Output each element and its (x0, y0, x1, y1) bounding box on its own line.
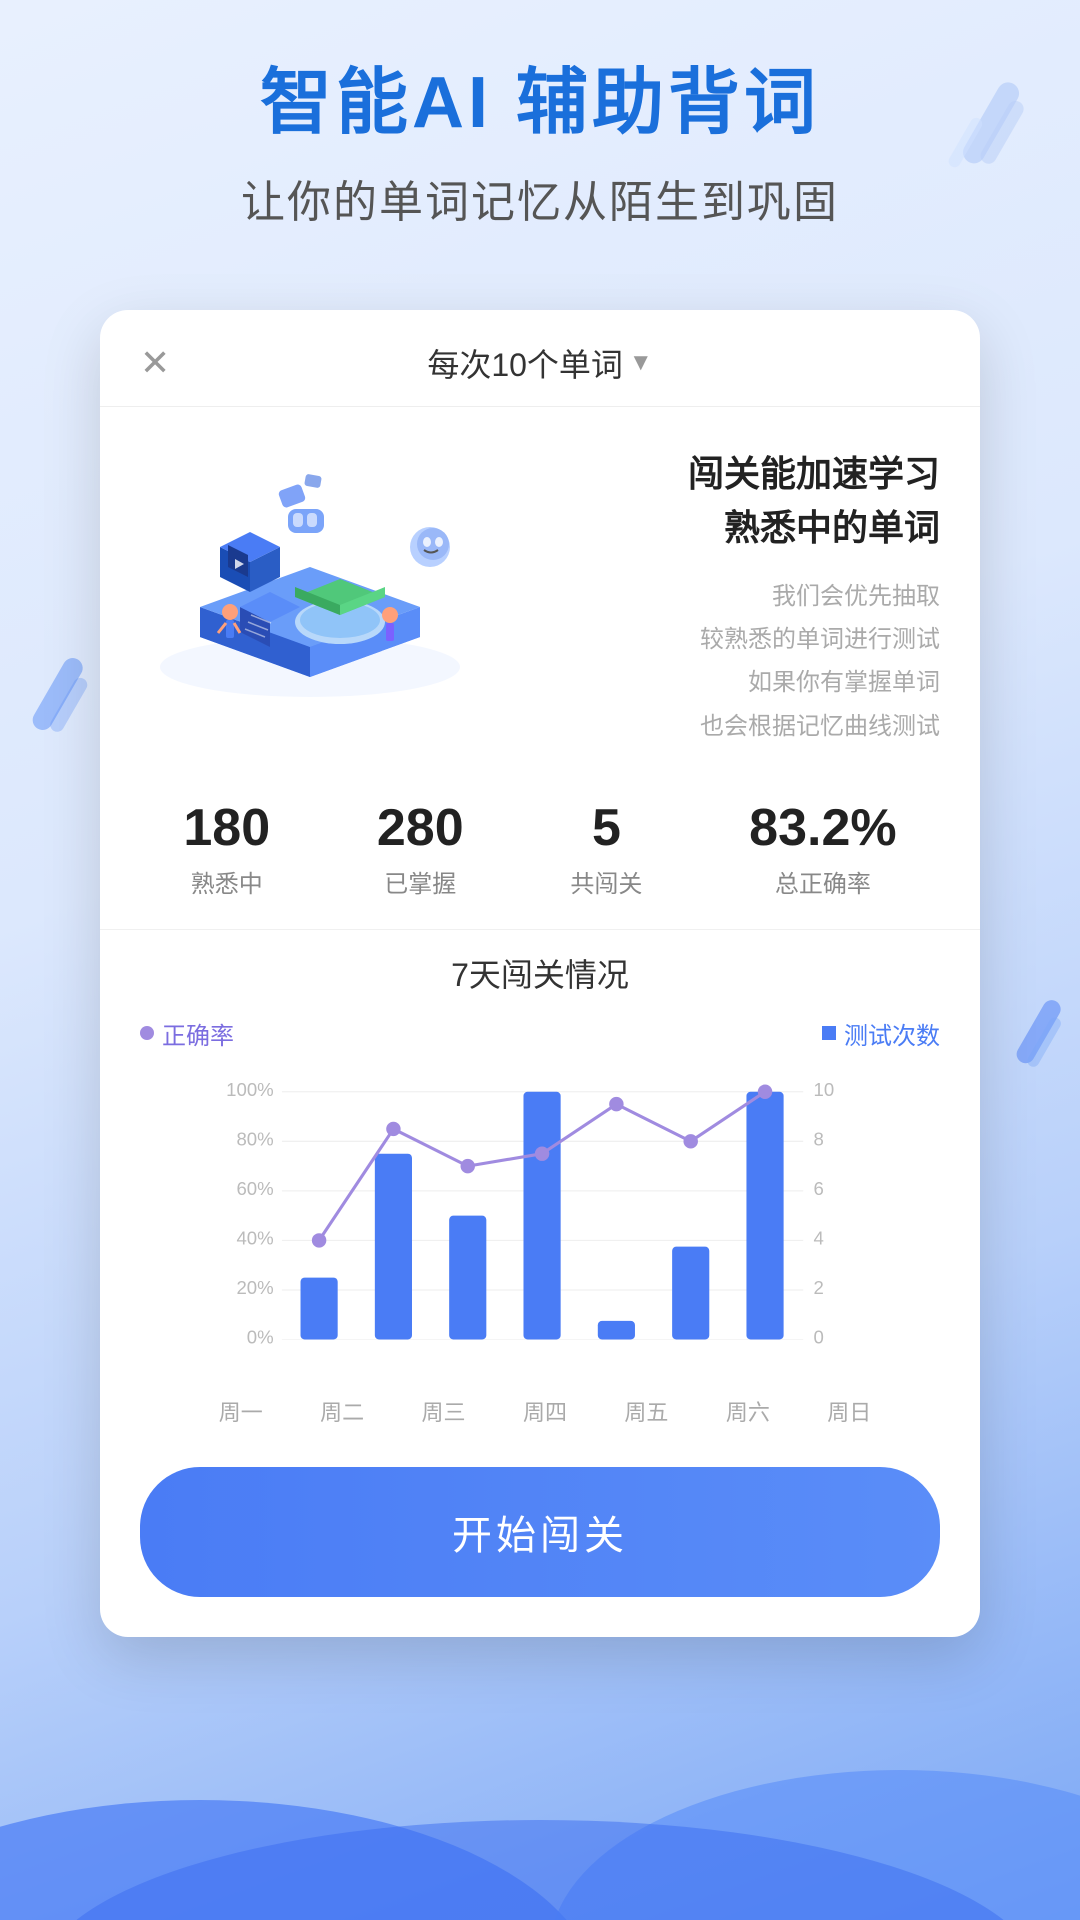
x-label-mon: 周一 (190, 1395, 291, 1427)
x-label-sun: 周日 (799, 1395, 900, 1427)
stat-accuracy-label: 总正确率 (749, 864, 896, 899)
selector-arrow-icon: ▼ (629, 349, 653, 377)
chart-svg: 100% 80% 60% 40% 20% 0% 10 8 6 4 2 0 (130, 1067, 950, 1387)
svg-text:6: 6 (814, 1178, 824, 1199)
chart-legend: 正确率 测试次数 (130, 1016, 950, 1051)
svg-text:80%: 80% (236, 1128, 273, 1149)
svg-text:40%: 40% (236, 1227, 273, 1248)
chart-x-labels: 周一 周二 周三 周四 周五 周六 周日 (130, 1387, 950, 1427)
hero-section: 闯关能加速学习 熟悉中的单词 我们会优先抽取 较熟悉的单词进行测试 如果你有掌握… (100, 407, 980, 778)
card-selector-label[interactable]: 每次10个单词 (427, 340, 623, 386)
hero-description: 我们会优先抽取 较熟悉的单词进行测试 如果你有掌握单词 也会根据记忆曲线测试 (500, 575, 940, 748)
legend-tests-square (822, 1026, 836, 1040)
stats-row: 180 熟悉中 280 已掌握 5 共闯关 83.2% 总正确率 (100, 778, 980, 930)
x-label-tue: 周二 (291, 1395, 392, 1427)
stat-levels-label: 共闯关 (570, 864, 642, 899)
sub-title: 让你的单词记忆从陌生到巩固 (60, 166, 1020, 230)
legend-tests: 测试次数 (822, 1016, 940, 1051)
stat-accuracy: 83.2% 总正确率 (749, 798, 896, 899)
stat-mastered-label: 已掌握 (377, 864, 464, 899)
svg-text:2: 2 (814, 1277, 824, 1298)
svg-text:0%: 0% (247, 1326, 274, 1347)
stat-levels-value: 5 (570, 798, 642, 858)
x-label-wed: 周三 (393, 1395, 494, 1427)
svg-text:20%: 20% (236, 1277, 273, 1298)
svg-text:0: 0 (814, 1326, 824, 1347)
chart-section: 7天闯关情况 正确率 测试次数 100% 80% 60% 40% 20% 0% (100, 930, 980, 1447)
chart-title: 7天闯关情况 (130, 950, 950, 996)
card-header: ✕ 每次10个单词 ▼ (100, 310, 980, 407)
x-label-sat: 周六 (697, 1395, 798, 1427)
svg-text:100%: 100% (226, 1079, 274, 1100)
stat-mastered-value: 280 (377, 798, 464, 858)
svg-text:4: 4 (814, 1227, 824, 1248)
stat-levels: 5 共闯关 (570, 798, 642, 899)
stat-mastered: 280 已掌握 (377, 798, 464, 899)
chart-area: 100% 80% 60% 40% 20% 0% 10 8 6 4 2 0 (130, 1067, 950, 1387)
close-button[interactable]: ✕ (140, 342, 170, 384)
header-section: 智能AI 辅助背词 让你的单词记忆从陌生到巩固 (0, 60, 1080, 230)
stat-accuracy-value: 83.2% (749, 798, 896, 858)
svg-text:10: 10 (814, 1079, 835, 1100)
x-label-fri: 周五 (596, 1395, 697, 1427)
cta-section: 开始闯关 (100, 1447, 980, 1597)
hero-illustration (140, 437, 480, 722)
svg-text:8: 8 (814, 1128, 824, 1149)
legend-accuracy-dot (140, 1026, 154, 1040)
x-label-thu: 周四 (494, 1395, 595, 1427)
hero-title: 闯关能加速学习 熟悉中的单词 (500, 447, 940, 555)
main-title: 智能AI 辅助背词 (60, 60, 1020, 146)
main-card: ✕ 每次10个单词 ▼ (100, 310, 980, 1637)
stat-familiar-label: 熟悉中 (183, 864, 270, 899)
svg-text:60%: 60% (236, 1178, 273, 1199)
stat-familiar-value: 180 (183, 798, 270, 858)
hero-text: 闯关能加速学习 熟悉中的单词 我们会优先抽取 较熟悉的单词进行测试 如果你有掌握… (480, 437, 940, 748)
legend-accuracy: 正确率 (140, 1016, 234, 1051)
stat-familiar: 180 熟悉中 (183, 798, 270, 899)
start-button[interactable]: 开始闯关 (140, 1467, 940, 1597)
